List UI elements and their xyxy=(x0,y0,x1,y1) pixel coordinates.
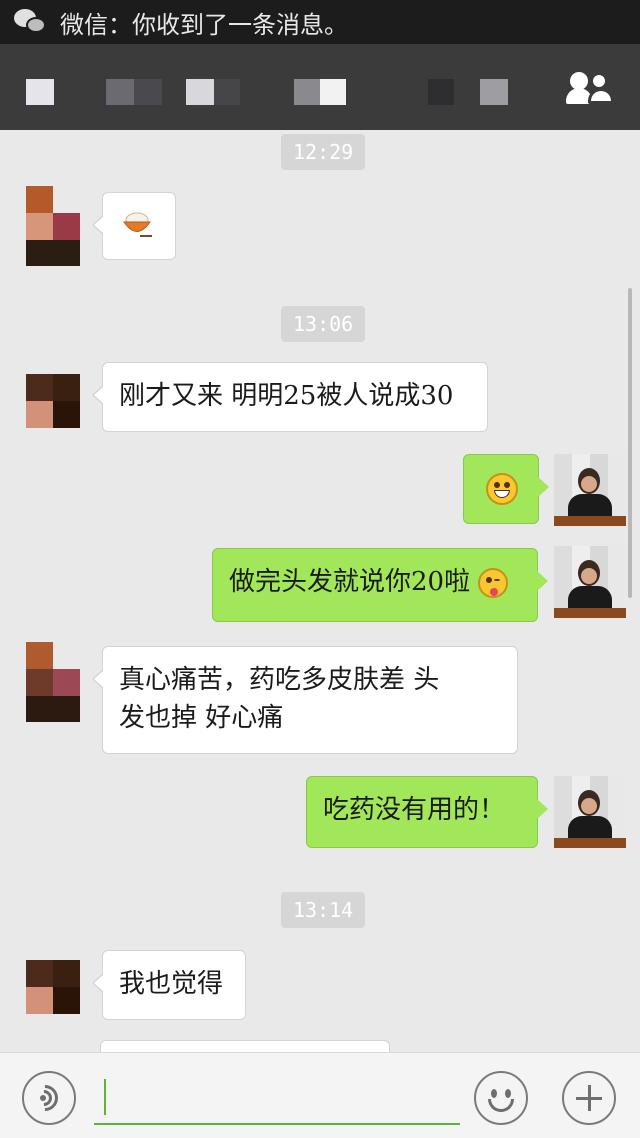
scrollbar[interactable] xyxy=(628,288,632,598)
notification-bar: 微信：你收到了一条消息。 xyxy=(0,0,640,44)
message-text: 刚才又来 明明25被人说成30 xyxy=(119,381,454,411)
timestamp: 12:29 xyxy=(281,134,366,170)
message-input[interactable] xyxy=(94,1069,460,1125)
user-avatar[interactable] xyxy=(554,546,626,618)
outgoing-message[interactable]: 吃药没有用的！ xyxy=(306,776,548,848)
input-bar xyxy=(0,1052,640,1138)
notification-text: 微信：你收到了一条消息。 xyxy=(60,10,348,39)
group-contacts-icon[interactable] xyxy=(566,70,616,106)
timestamp: 13:14 xyxy=(281,892,366,928)
wink-tongue-emoji xyxy=(478,568,509,598)
message-list[interactable]: 12:29 13:06 刚才又来 明明25被人说成30 做完头发就说你20啦 真… xyxy=(0,130,640,1050)
wechat-icon xyxy=(14,7,48,37)
incoming-message[interactable]: 刚才又来 明明25被人说成30 xyxy=(92,362,488,432)
user-avatar[interactable] xyxy=(554,454,626,526)
outgoing-message[interactable]: 做完头发就说你20啦 xyxy=(212,548,548,622)
rice-bowl-emoji xyxy=(123,212,152,237)
more-button[interactable] xyxy=(562,1071,616,1125)
user-avatar[interactable] xyxy=(554,776,626,848)
outgoing-emoji-message[interactable] xyxy=(463,454,549,524)
incoming-message[interactable]: 我也觉得 xyxy=(92,950,246,1020)
message-text: 做完头发就说你20啦 xyxy=(229,567,471,597)
contact-avatar[interactable] xyxy=(26,186,80,266)
timestamp: 13:06 xyxy=(281,306,366,342)
emoji-button[interactable] xyxy=(474,1071,528,1125)
message-text: 吃药没有用的！ xyxy=(323,795,506,825)
message-text-line-2: 发也掉 好心痛 xyxy=(119,703,284,733)
contact-avatar[interactable] xyxy=(26,374,80,428)
grin-emoji xyxy=(486,473,518,505)
message-text: 我也觉得 xyxy=(119,969,224,999)
contact-avatar[interactable] xyxy=(26,642,80,722)
contact-avatar[interactable] xyxy=(26,960,80,1014)
text-cursor xyxy=(104,1079,106,1115)
incoming-emoji-message[interactable] xyxy=(92,192,176,260)
message-text-line-1: 真心痛苦，药吃多皮肤差 头 xyxy=(119,665,440,695)
chat-header xyxy=(0,44,640,130)
voice-input-button[interactable] xyxy=(22,1071,76,1125)
incoming-message[interactable]: 真心痛苦，药吃多皮肤差 头 发也掉 好心痛 xyxy=(92,646,518,754)
